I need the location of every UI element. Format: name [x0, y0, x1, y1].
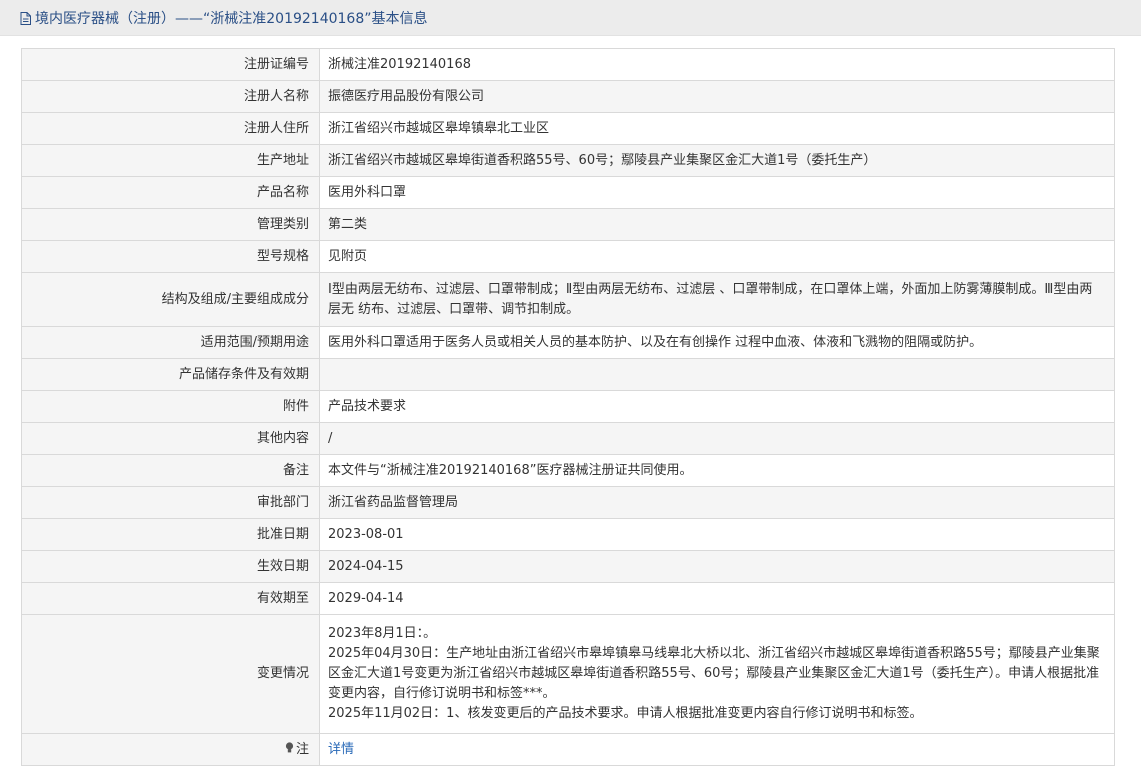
info-table-body: 注册证编号 浙械注准20192140168 注册人名称 振德医疗用品股份有限公司 注册人…	[21, 48, 1115, 766]
row-label: 变更情况	[21, 614, 320, 734]
table-row: 其他内容 /	[21, 422, 1115, 455]
row-label: 附件	[21, 390, 320, 423]
row-label: 生效日期	[21, 550, 320, 583]
row-value: 产品技术要求	[319, 390, 1115, 423]
document-icon	[20, 12, 31, 25]
table-row: 结构及组成/主要组成成分 Ⅰ型由两层无纺布、过滤层、口罩带制成；Ⅱ型由两层无纺布、…	[21, 272, 1115, 327]
row-value: 2024-04-15	[319, 550, 1115, 583]
row-label: 其他内容	[21, 422, 320, 455]
table-row-changes: 变更情况 2023年8月1日：。 2025年04月30日：生产地址由浙江省绍兴市皋埠…	[21, 614, 1115, 734]
bulb-icon	[285, 741, 294, 752]
row-value: 2023-08-01	[319, 518, 1115, 551]
row-label: 适用范围/预期用途	[21, 326, 320, 359]
table-row-note: 注 详情	[21, 733, 1115, 766]
row-label: 有效期至	[21, 582, 320, 615]
row-value: 医用外科口罩适用于医务人员或相关人员的基本防护、以及在有创操作 过程中血液、体液…	[319, 326, 1115, 359]
row-value: 见附页	[319, 240, 1115, 273]
row-value: 本文件与“浙械注准20192140168”医疗器械注册证共同使用。	[319, 454, 1115, 487]
change-entry: 2025年11月02日：1、核发变更后的产品技术要求。申请人根据批准变更内容自行…	[328, 706, 923, 721]
row-value: 浙江省绍兴市越城区皋埠镇皋北工业区	[319, 112, 1115, 145]
row-label: 结构及组成/主要组成成分	[21, 272, 320, 327]
page: 境内医疗器械（注册）——“浙械注准20192140168”基本信息 注册证编号浙…	[0, 0, 1141, 778]
table-row: 型号规格 见附页	[21, 240, 1115, 273]
table-row: 管理类别 第二类	[21, 208, 1115, 241]
details-link[interactable]: 详情	[328, 742, 354, 757]
table-row: 批准日期 2023-08-01	[21, 518, 1115, 551]
row-value: Ⅰ型由两层无纺布、过滤层、口罩带制成；Ⅱ型由两层无纺布、过滤层 、口罩带制成，在…	[319, 272, 1115, 327]
row-label: 注册人名称	[21, 80, 320, 113]
row-value: 浙江省药品监督管理局	[319, 486, 1115, 519]
change-history: 2023年8月1日：。 2025年04月30日：生产地址由浙江省绍兴市皋埠镇皋马线…	[319, 614, 1115, 734]
table-row: 生效日期 2024-04-15	[21, 550, 1115, 583]
table-row: 附件 产品技术要求	[21, 390, 1115, 423]
row-label: 批准日期	[21, 518, 320, 551]
row-label: 生产地址	[21, 144, 320, 177]
table-row: 备注 本文件与“浙械注准20192140168”医疗器械注册证共同使用。	[21, 454, 1115, 487]
row-label: 注册人住所	[21, 112, 320, 145]
note-label-cell: 注	[21, 733, 320, 766]
row-label: 备注	[21, 454, 320, 487]
table-row: 生产地址 浙江省绍兴市越城区皋埠街道香积路55号、60号；鄢陵县产业集聚区金汇大道…	[21, 144, 1115, 177]
table-row: 有效期至 2029-04-14	[21, 582, 1115, 615]
table-row: 注册人名称 振德医疗用品股份有限公司	[21, 80, 1115, 113]
page-header: 境内医疗器械（注册）——“浙械注准20192140168”基本信息	[0, 0, 1141, 36]
table-row: 产品储存条件及有效期	[21, 358, 1115, 391]
row-value: /	[319, 422, 1115, 455]
row-label: 审批部门	[21, 486, 320, 519]
row-value: 振德医疗用品股份有限公司	[319, 80, 1115, 113]
table-row: 适用范围/预期用途 医用外科口罩适用于医务人员或相关人员的基本防护、以及在有创操作…	[21, 326, 1115, 359]
table-row: 注册证编号 浙械注准20192140168	[21, 48, 1115, 81]
page-title: 境内医疗器械（注册）——“浙械注准20192140168”基本信息	[35, 10, 428, 27]
change-entry: 2023年8月1日：。	[328, 626, 437, 641]
row-label: 管理类别	[21, 208, 320, 241]
table-row: 审批部门 浙江省药品监督管理局	[21, 486, 1115, 519]
row-value	[319, 358, 1115, 391]
info-table: 注册证编号 浙械注准20192140168 注册人名称 振德医疗用品股份有限公司 注册人…	[21, 48, 1115, 766]
table-row: 注册人住所 浙江省绍兴市越城区皋埠镇皋北工业区	[21, 112, 1115, 145]
row-value: 第二类	[319, 208, 1115, 241]
row-value: 浙江省绍兴市越城区皋埠街道香积路55号、60号；鄢陵县产业集聚区金汇大道1号（委…	[319, 144, 1115, 177]
row-label: 注册证编号	[21, 48, 320, 81]
row-value: 2029-04-14	[319, 582, 1115, 615]
info-table-container: 注册证编号 浙械注准20192140168 注册人名称 振德医疗用品股份有限公司 注册人…	[21, 48, 1115, 766]
table-row: 产品名称 医用外科口罩	[21, 176, 1115, 209]
row-value: 浙械注准20192140168	[319, 48, 1115, 81]
row-label: 产品储存条件及有效期	[21, 358, 320, 391]
row-label: 型号规格	[21, 240, 320, 273]
note-label: 注	[295, 741, 309, 757]
note-value-cell: 详情	[319, 733, 1115, 766]
row-label: 产品名称	[21, 176, 320, 209]
change-entry: 2025年04月30日：生产地址由浙江省绍兴市皋埠镇皋马线皋北大桥以北、浙江省绍…	[328, 646, 1100, 701]
row-value: 医用外科口罩	[319, 176, 1115, 209]
